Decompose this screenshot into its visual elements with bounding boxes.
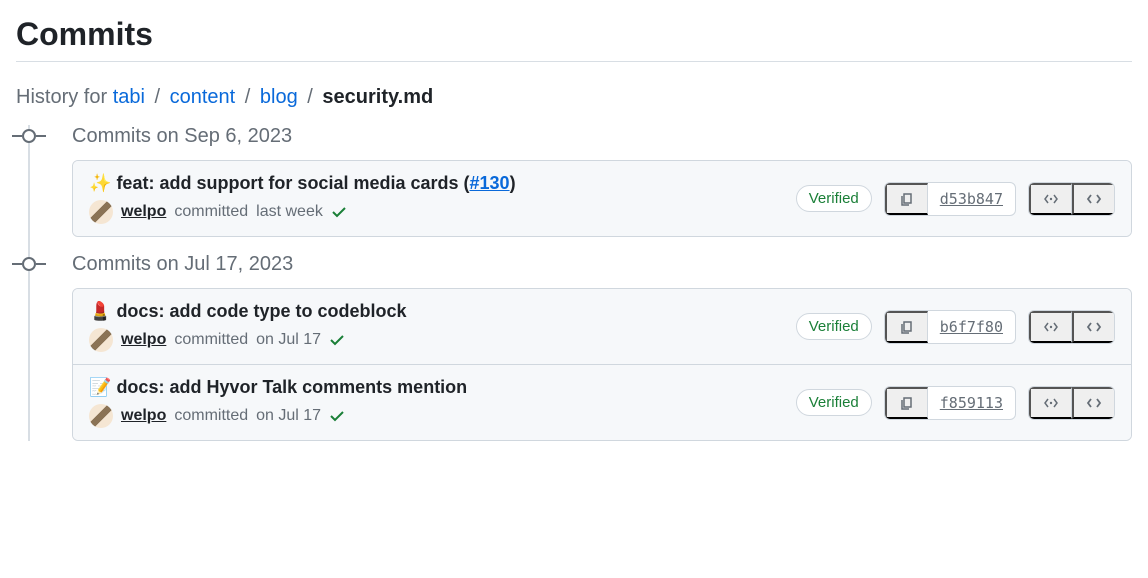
commit-row: ✨ feat: add support for social media car…	[73, 161, 1131, 236]
commit-actions-group	[1028, 182, 1115, 216]
view-code-button[interactable]	[1072, 311, 1114, 343]
code-dot-icon	[1043, 319, 1059, 335]
commit-date-header: Commits on Sep 6, 2023	[72, 125, 1132, 148]
commit-meta: welpo committed on Jul 17	[89, 328, 796, 352]
commit-hash-link[interactable]: d53b847	[928, 183, 1015, 215]
commit-group: ✨ feat: add support for social media car…	[72, 160, 1132, 237]
commit-author-link[interactable]: welpo	[121, 331, 166, 349]
view-code-button[interactable]	[1072, 387, 1114, 419]
commit-date-label: Commits on Sep 6, 2023	[72, 125, 292, 147]
commit-timeline: Commits on Sep 6, 2023 ✨ feat: add suppo…	[16, 125, 1132, 441]
commit-title[interactable]: 📝 docs: add Hyvor Talk comments mention	[89, 377, 796, 398]
verified-badge[interactable]: Verified	[796, 185, 872, 212]
page-title: Commits	[16, 16, 1132, 62]
commit-hash-link[interactable]: b6f7f80	[928, 311, 1015, 343]
breadcrumb-separator: /	[245, 86, 251, 108]
breadcrumb-link-blog[interactable]: blog	[260, 86, 298, 108]
avatar[interactable]	[89, 328, 113, 352]
copy-hash-button[interactable]	[885, 311, 928, 343]
copy-hash-button[interactable]	[885, 387, 928, 419]
check-icon[interactable]	[329, 332, 345, 348]
avatar[interactable]	[89, 200, 113, 224]
commit-author-link[interactable]: welpo	[121, 203, 166, 221]
commit-hash-group: b6f7f80	[884, 310, 1016, 344]
code-icon	[1086, 319, 1102, 335]
code-dot-icon	[1043, 395, 1059, 411]
commit-row: 📝 docs: add Hyvor Talk comments mention …	[73, 365, 1131, 440]
code-dot-icon	[1043, 191, 1059, 207]
commit-hash-group: f859113	[884, 386, 1016, 420]
check-icon[interactable]	[329, 408, 345, 424]
verified-badge[interactable]: Verified	[796, 389, 872, 416]
commit-timeline-marker-icon	[22, 129, 36, 143]
commit-author-link[interactable]: welpo	[121, 407, 166, 425]
breadcrumb-current: security.md	[322, 86, 433, 108]
breadcrumb-prefix: History for	[16, 86, 107, 108]
breadcrumb-link-tabi[interactable]: tabi	[113, 86, 145, 108]
pr-link[interactable]: #130	[470, 173, 510, 193]
avatar[interactable]	[89, 404, 113, 428]
commit-hash-link[interactable]: f859113	[928, 387, 1015, 419]
commit-timeline-marker-icon	[22, 257, 36, 271]
commit-actions-group	[1028, 310, 1115, 344]
breadcrumb-separator: /	[155, 86, 161, 108]
code-icon	[1086, 191, 1102, 207]
commit-date-header: Commits on Jul 17, 2023	[72, 253, 1132, 276]
browse-repo-button[interactable]	[1029, 311, 1072, 343]
code-icon	[1086, 395, 1102, 411]
commit-hash-group: d53b847	[884, 182, 1016, 216]
commit-emoji: 📝	[89, 377, 111, 397]
browse-repo-button[interactable]	[1029, 387, 1072, 419]
commit-meta: welpo committed last week	[89, 200, 796, 224]
copy-icon	[899, 395, 915, 411]
copy-icon	[899, 191, 915, 207]
browse-repo-button[interactable]	[1029, 183, 1072, 215]
commit-meta: welpo committed on Jul 17	[89, 404, 796, 428]
commit-actions-group	[1028, 386, 1115, 420]
breadcrumb: History for tabi / content / blog / secu…	[16, 86, 1132, 109]
commit-date-label: Commits on Jul 17, 2023	[72, 253, 293, 275]
copy-hash-button[interactable]	[885, 183, 928, 215]
commit-row: 💄 docs: add code type to codeblock welpo…	[73, 289, 1131, 365]
view-code-button[interactable]	[1072, 183, 1114, 215]
breadcrumb-separator: /	[307, 86, 313, 108]
commit-title[interactable]: ✨ feat: add support for social media car…	[89, 173, 796, 194]
check-icon[interactable]	[331, 204, 347, 220]
commit-group: 💄 docs: add code type to codeblock welpo…	[72, 288, 1132, 441]
timeline-line	[28, 125, 30, 441]
verified-badge[interactable]: Verified	[796, 313, 872, 340]
copy-icon	[899, 319, 915, 335]
breadcrumb-link-content[interactable]: content	[170, 86, 236, 108]
commit-title[interactable]: 💄 docs: add code type to codeblock	[89, 301, 796, 322]
commit-emoji: ✨	[89, 173, 111, 193]
commit-emoji: 💄	[89, 301, 111, 321]
